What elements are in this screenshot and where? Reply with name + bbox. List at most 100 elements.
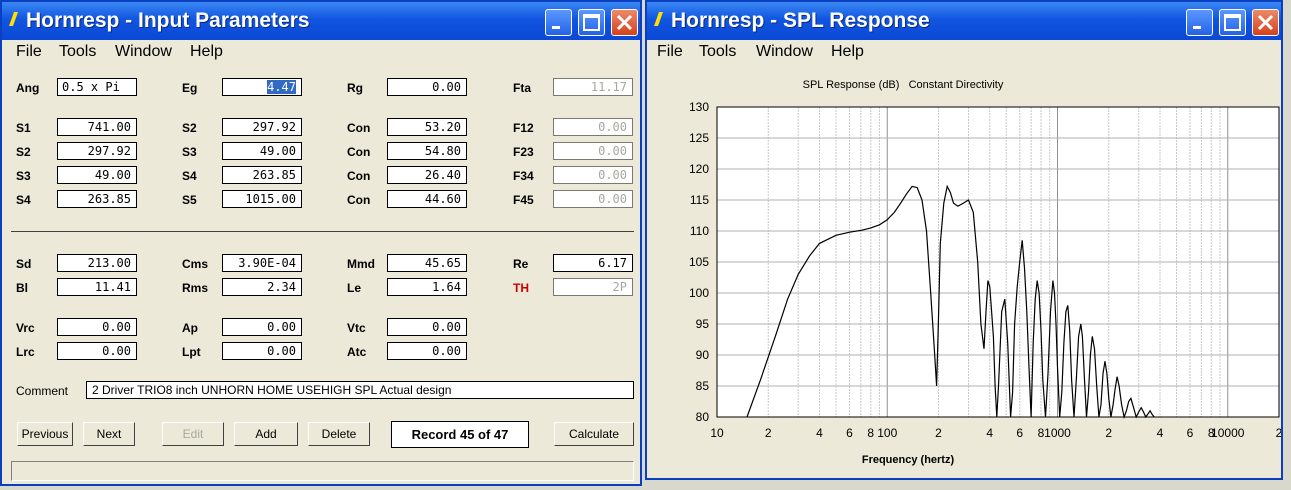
param-label: Vtc: [347, 321, 366, 335]
title-bar[interactable]: Hornresp - SPL Response: [647, 2, 1281, 40]
param-label: F34: [513, 169, 534, 183]
x-tick-label: 4: [816, 426, 823, 440]
s4-field[interactable]: 263.85: [57, 190, 137, 208]
param-label: Sd: [16, 257, 32, 271]
menu-window[interactable]: Window: [115, 43, 172, 61]
vtc-field[interactable]: 0.00: [387, 318, 467, 336]
comment-label: Comment: [16, 384, 69, 398]
comment-field[interactable]: 2 Driver TRIO8 inch UNHORN HOME USEHIGH …: [86, 381, 634, 399]
add-button[interactable]: Add: [234, 422, 298, 446]
maximize-button[interactable]: [578, 9, 605, 36]
param-label: Con: [347, 121, 371, 135]
next-button[interactable]: Next: [83, 422, 135, 446]
eg-field[interactable]: 4.47: [222, 78, 302, 96]
y-tick-label: 120: [689, 162, 709, 176]
param-label: Lpt: [182, 345, 201, 359]
sd-field[interactable]: 213.00: [57, 254, 137, 272]
calculate-button[interactable]: Calculate: [554, 422, 634, 446]
spl-response-window: Hornresp - SPL Response File Tools Windo…: [645, 0, 1283, 480]
le-field[interactable]: 1.64: [387, 278, 467, 296]
param-label: S3: [16, 169, 31, 183]
previous-button[interactable]: Previous: [17, 422, 73, 446]
maximize-icon: [583, 14, 600, 31]
param-label: Eg: [182, 81, 198, 95]
param-label: S4: [182, 169, 197, 183]
title-bar[interactable]: Hornresp - Input Parameters: [2, 2, 640, 40]
x-tick-label: 2: [765, 426, 772, 440]
input-parameters-window: Hornresp - Input Parameters File Tools W…: [0, 0, 642, 486]
mmd-field[interactable]: 45.65: [387, 254, 467, 272]
menu-bar: File Tools Window Help: [2, 40, 640, 64]
edit-button: Edit: [162, 422, 224, 446]
x-tick-label: 4: [1157, 426, 1164, 440]
x-tick-label: 8: [867, 426, 874, 440]
ang-field[interactable]: 0.5 x Pi: [57, 78, 137, 96]
con-field[interactable]: 53.20: [387, 118, 467, 136]
menu-tools[interactable]: Tools: [59, 43, 96, 61]
cms-field[interactable]: 3.90E-04: [222, 254, 302, 272]
param-label: Vrc: [16, 321, 35, 335]
window-title: Hornresp - SPL Response: [671, 9, 930, 32]
s5-field[interactable]: 1015.00: [222, 190, 302, 208]
s4-field[interactable]: 263.85: [222, 166, 302, 184]
rms-field[interactable]: 2.34: [222, 278, 302, 296]
param-label: S4: [16, 193, 31, 207]
x-tick-label: 100: [877, 426, 897, 440]
vrc-field[interactable]: 0.00: [57, 318, 137, 336]
menu-file[interactable]: File: [16, 43, 42, 61]
menu-tools[interactable]: Tools: [699, 43, 736, 61]
lpt-field[interactable]: 0.00: [222, 342, 302, 360]
x-tick-label: 4: [986, 426, 993, 440]
s2-field[interactable]: 297.92: [222, 118, 302, 136]
s1-field[interactable]: 741.00: [57, 118, 137, 136]
y-tick-label: 115: [690, 193, 709, 207]
s3-field[interactable]: 49.00: [222, 142, 302, 160]
status-bar: [11, 461, 634, 481]
close-button[interactable]: [1252, 9, 1279, 36]
rg-field[interactable]: 0.00: [387, 78, 467, 96]
param-label: S3: [182, 145, 197, 159]
y-tick-label: 90: [696, 348, 710, 362]
th-label[interactable]: TH: [513, 281, 529, 295]
x-tick-label: 2: [1276, 426, 1281, 440]
close-button[interactable]: [611, 9, 638, 36]
eg-selected-text: 4.47: [267, 80, 296, 94]
hornresp-app-icon: [654, 12, 663, 26]
param-label: S5: [182, 193, 197, 207]
s2-field[interactable]: 297.92: [57, 142, 137, 160]
param-label: Mmd: [347, 257, 375, 271]
param-label: Ang: [16, 81, 40, 95]
section-divider: [11, 231, 634, 232]
x-tick-label: 10000: [1211, 426, 1245, 440]
maximize-button[interactable]: [1219, 9, 1246, 36]
x-tick-label: 6: [846, 426, 853, 440]
menu-help[interactable]: Help: [190, 43, 223, 61]
re-field[interactable]: 6.17: [553, 254, 633, 272]
ap-field[interactable]: 0.00: [222, 318, 302, 336]
menu-help[interactable]: Help: [831, 43, 864, 61]
atc-field[interactable]: 0.00: [387, 342, 467, 360]
menu-file[interactable]: File: [657, 43, 683, 61]
record-indicator: Record 45 of 47: [391, 421, 529, 448]
minimize-button[interactable]: [1186, 9, 1213, 36]
minimize-button[interactable]: [545, 9, 572, 36]
y-tick-label: 95: [696, 317, 710, 331]
hornresp-app-icon: [9, 12, 18, 26]
con-field[interactable]: 26.40: [387, 166, 467, 184]
menu-window[interactable]: Window: [756, 43, 813, 61]
minimize-icon: [552, 26, 560, 29]
param-label: S1: [16, 121, 31, 135]
y-tick-label: 125: [689, 131, 709, 145]
x-tick-label: 6: [1187, 426, 1194, 440]
lrc-field[interactable]: 0.00: [57, 342, 137, 360]
param-label: Le: [347, 281, 362, 295]
param-label: F12: [513, 121, 534, 135]
delete-button[interactable]: Delete: [308, 422, 370, 446]
param-label: Cms: [182, 257, 209, 271]
bl-field[interactable]: 11.41: [57, 278, 137, 296]
con-field[interactable]: 44.60: [387, 190, 467, 208]
f45-field: 0.00: [553, 190, 633, 208]
x-tick-label: 10: [710, 426, 724, 440]
con-field[interactable]: 54.80: [387, 142, 467, 160]
s3-field[interactable]: 49.00: [57, 166, 137, 184]
